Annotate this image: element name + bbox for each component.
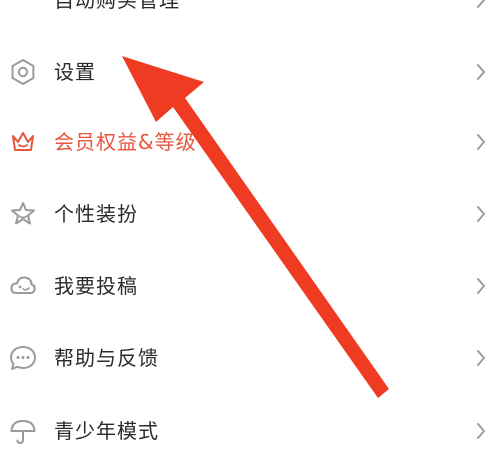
menu-item-label: 自动购买管理 <box>54 0 180 12</box>
chevron-right-icon <box>474 203 488 225</box>
chevron-right-icon <box>474 61 488 83</box>
settings-hexagon-icon <box>6 55 40 89</box>
menu-item-label: 青少年模式 <box>54 419 159 443</box>
star-theme-icon <box>6 197 40 231</box>
menu-item-label: 帮助与反馈 <box>54 346 159 370</box>
menu-item-help-feedback[interactable]: 帮助与反馈 <box>0 322 500 394</box>
chevron-right-icon <box>474 347 488 369</box>
cloud-submit-icon <box>6 269 40 303</box>
menu-list: 自动购买管理 设置 会员权益&等级 个性装扮 我要投稿 帮助与反馈 青少年模式 <box>0 0 500 460</box>
chevron-right-icon <box>474 275 488 297</box>
chevron-right-icon <box>474 420 488 442</box>
chat-bubble-icon <box>6 341 40 375</box>
chevron-right-icon <box>474 0 488 11</box>
menu-item-membership[interactable]: 会员权益&等级 <box>0 106 500 178</box>
menu-item-settings[interactable]: 设置 <box>0 36 500 108</box>
menu-item-label: 会员权益&等级 <box>54 130 197 154</box>
menu-item-label: 我要投稿 <box>54 274 138 298</box>
menu-item-auto-buy[interactable]: 自动购买管理 <box>0 0 500 36</box>
chevron-right-icon <box>474 131 488 153</box>
menu-item-teen-mode[interactable]: 青少年模式 <box>0 395 500 467</box>
umbrella-icon <box>6 414 40 448</box>
menu-item-submit[interactable]: 我要投稿 <box>0 250 500 322</box>
menu-item-label: 个性装扮 <box>54 202 138 226</box>
menu-item-label: 设置 <box>54 60 96 84</box>
menu-item-personal-theme[interactable]: 个性装扮 <box>0 178 500 250</box>
crown-icon <box>6 125 40 159</box>
